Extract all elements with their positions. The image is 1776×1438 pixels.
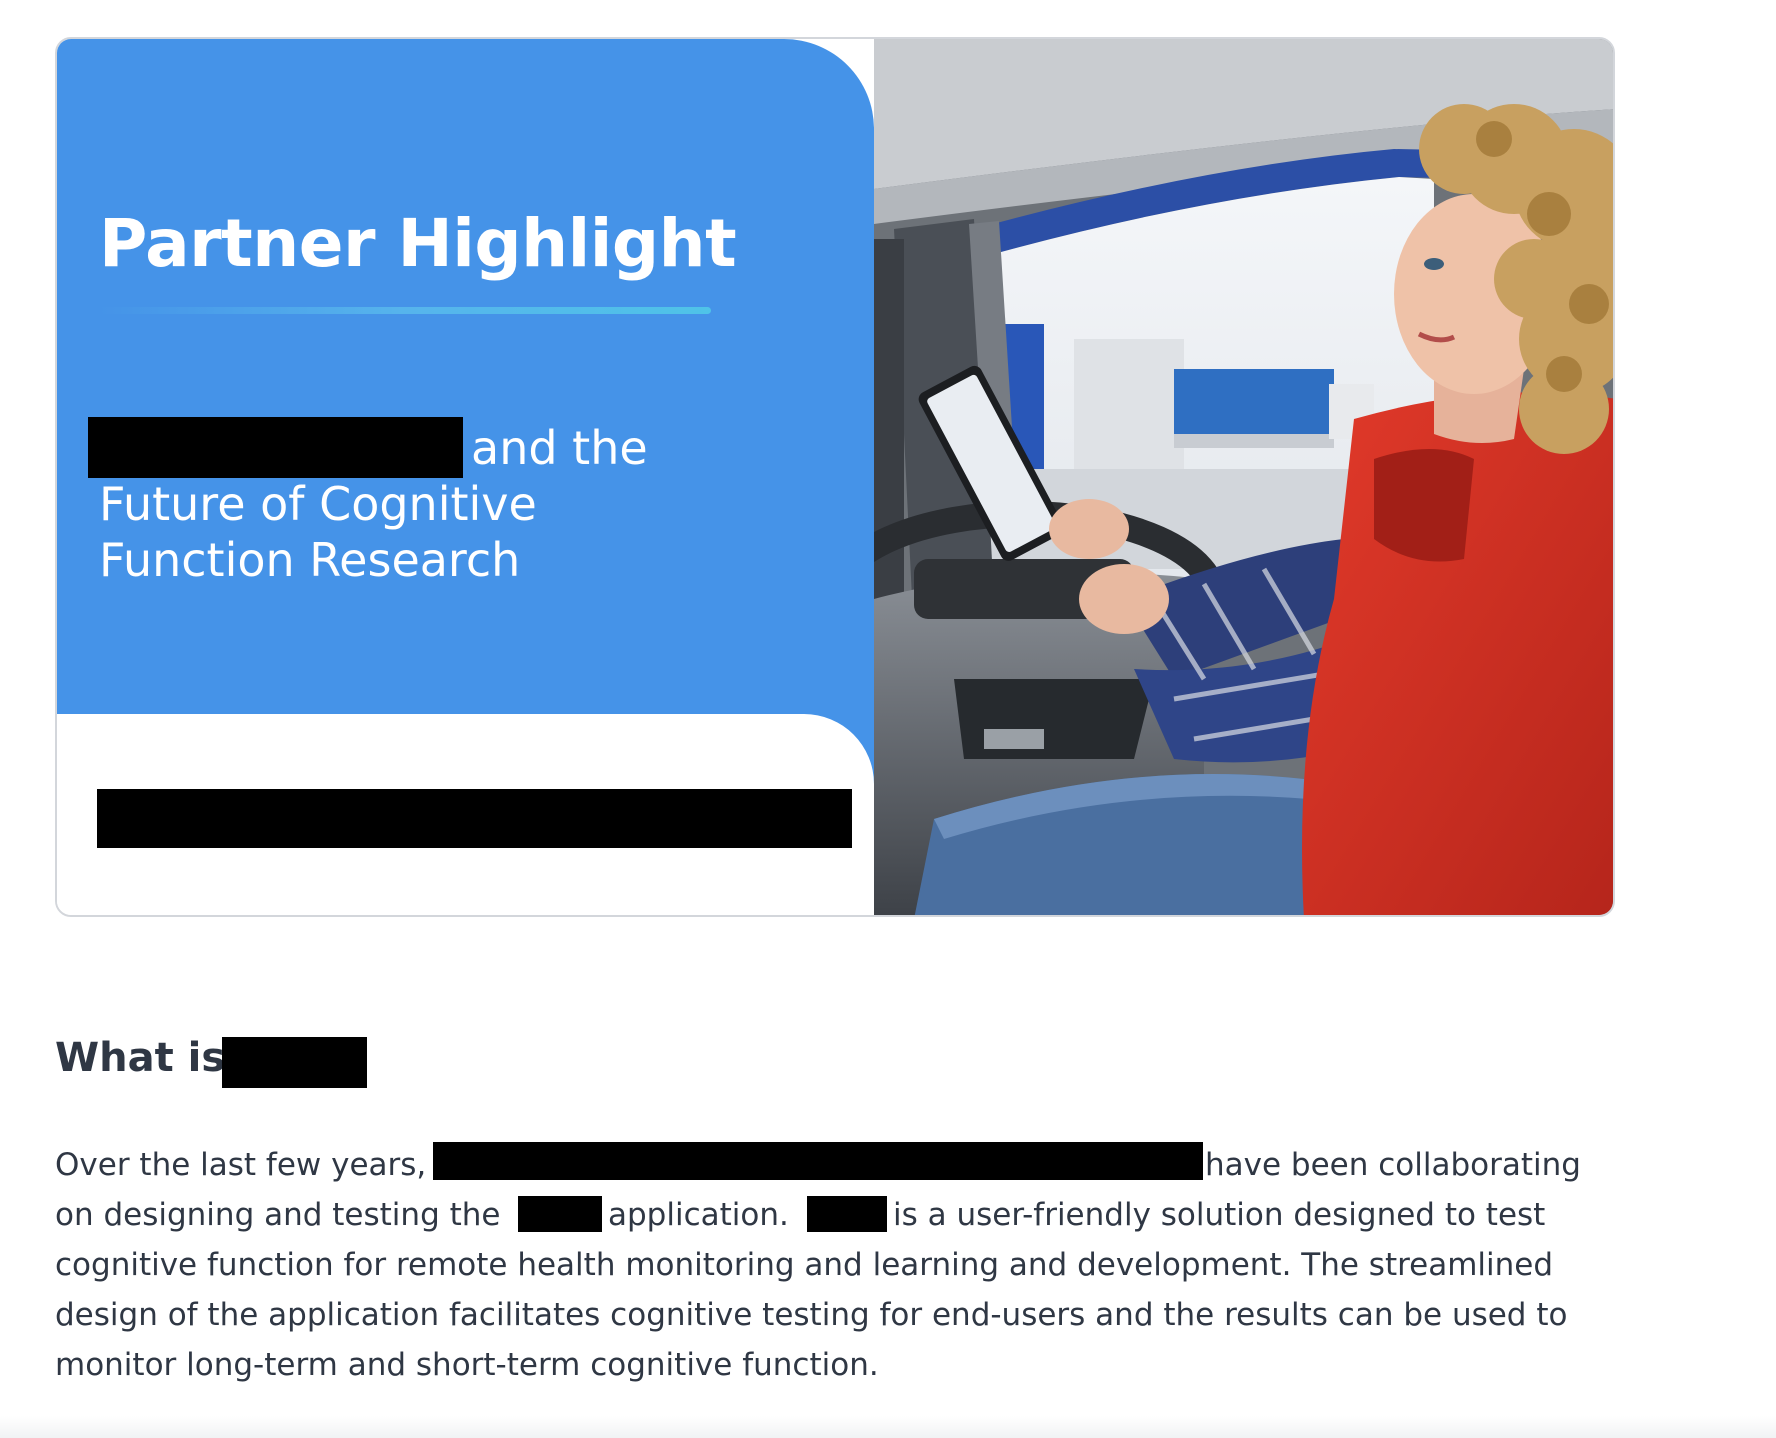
redacted-app-name (518, 1196, 602, 1232)
hero-subtitle-line1: and the (471, 421, 648, 475)
paragraph-line-5: monitor long-term and short-term cogniti… (55, 1347, 879, 1383)
redacted-partner-name (88, 417, 463, 478)
hero-subtitle-line2: Future of Cognitive (99, 477, 537, 531)
blue-panel (57, 39, 874, 784)
person-using-tablet-in-truck-photo (874, 39, 1613, 915)
redacted-product-name (222, 1037, 367, 1088)
article-page: Partner Highlight and the Future of Cogn… (0, 0, 1776, 1438)
paragraph-line-4: design of the application facilitates co… (55, 1297, 1568, 1333)
redacted-partner-list (433, 1142, 1203, 1180)
hero-text-panel: Partner Highlight and the Future of Cogn… (57, 39, 874, 915)
redacted-app-name-2 (807, 1196, 887, 1232)
hero-title: Partner Highlight (99, 205, 737, 282)
paragraph-line-3: cognitive function for remote health mon… (55, 1247, 1554, 1283)
page-bottom-edge (0, 1416, 1776, 1438)
hero-banner: Partner Highlight and the Future of Cogn… (55, 37, 1615, 917)
hero-subtitle-line3: Function Research (99, 533, 521, 587)
redacted-footer-text (97, 789, 852, 848)
title-underline (99, 307, 711, 314)
section-heading: What is (55, 1035, 226, 1081)
